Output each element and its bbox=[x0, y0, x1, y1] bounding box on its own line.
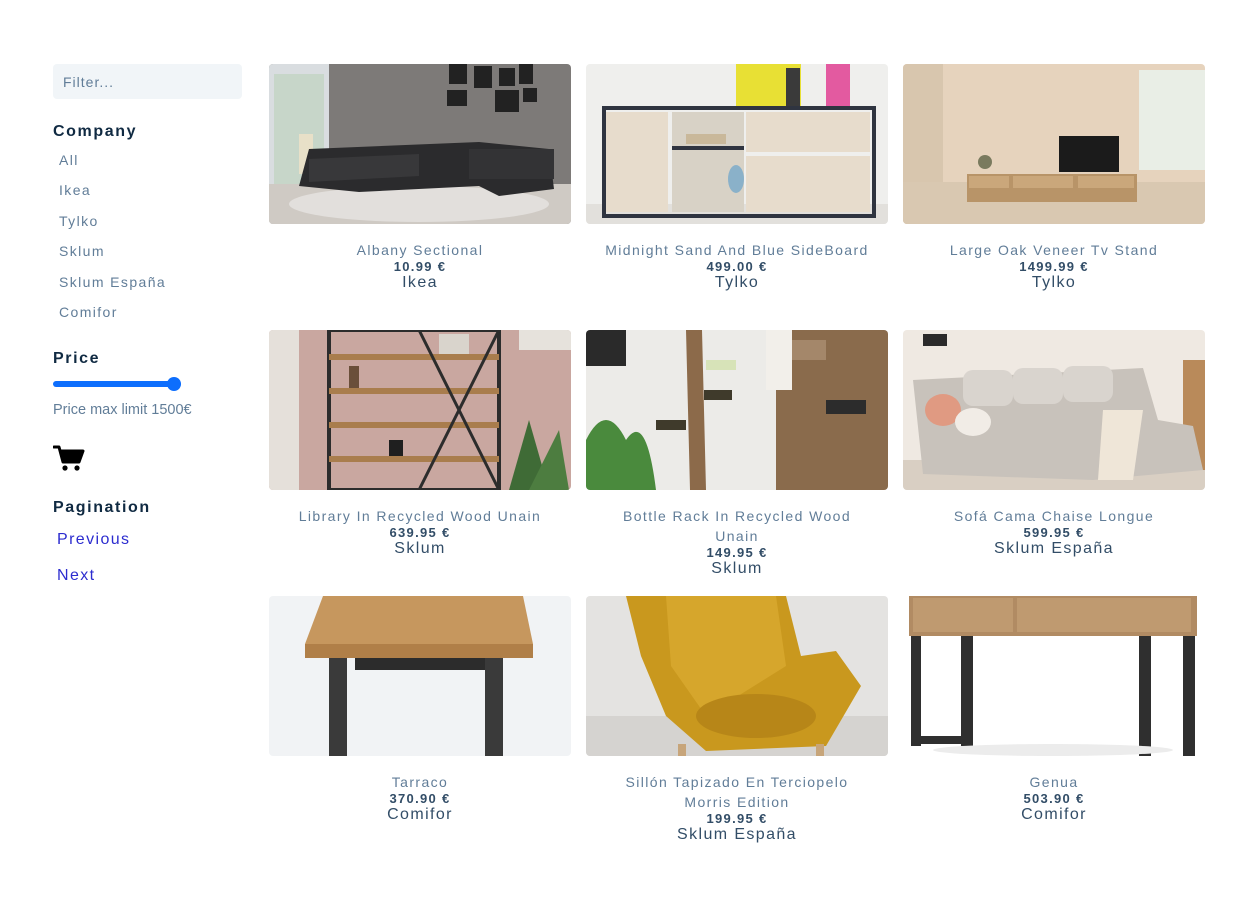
product-name: Sofá Cama Chaise Longue bbox=[953, 508, 1155, 524]
next-page-link[interactable]: Next bbox=[57, 567, 96, 585]
product-card[interactable]: Bottle Rack In Recycled Wood Unain 149.9… bbox=[586, 330, 888, 578]
product-card[interactable]: Tarraco 370.90 € Comifor bbox=[269, 596, 571, 824]
product-image-wood-table[interactable] bbox=[269, 596, 571, 756]
product-name: Genua bbox=[1029, 774, 1079, 790]
product-company: Tylko bbox=[714, 274, 760, 291]
product-price: 1499.99 € bbox=[1019, 259, 1089, 274]
product-name: Albany Sectional bbox=[356, 242, 484, 258]
company-item-ikea[interactable]: Ikea bbox=[59, 182, 166, 212]
product-price: 599.95 € bbox=[1023, 525, 1085, 540]
product-card[interactable]: Sofá Cama Chaise Longue 599.95 € Sklum E… bbox=[903, 330, 1205, 558]
product-price: 10.99 € bbox=[393, 259, 447, 274]
product-name: Bottle Rack In Recycled Wood Unain bbox=[622, 508, 852, 544]
product-card[interactable]: Large Oak Veneer Tv Stand 1499.99 € Tylk… bbox=[903, 64, 1205, 292]
product-card[interactable]: Albany Sectional 10.99 € Ikea bbox=[269, 64, 571, 292]
product-name: Midnight Sand And Blue SideBoard bbox=[605, 242, 869, 258]
product-company: Ikea bbox=[402, 274, 438, 291]
product-name: Library In Recycled Wood Unain bbox=[298, 508, 542, 524]
price-slider-track[interactable] bbox=[53, 381, 181, 387]
company-item-tylko[interactable]: Tylko bbox=[59, 213, 166, 243]
product-image-bookshelf[interactable] bbox=[269, 330, 571, 490]
product-image-sofa-bed[interactable] bbox=[903, 330, 1205, 490]
pagination-title: Pagination bbox=[53, 499, 151, 516]
product-image-bottle-rack[interactable] bbox=[586, 330, 888, 490]
product-price: 149.95 € bbox=[706, 545, 768, 560]
price-limit-text: Price max limit 1500€ bbox=[53, 402, 192, 418]
company-item-comifor[interactable]: Comifor bbox=[59, 304, 166, 334]
product-company: Sklum España bbox=[994, 540, 1114, 557]
product-image-sectional-sofa[interactable] bbox=[269, 64, 571, 224]
product-price: 499.00 € bbox=[706, 259, 768, 274]
product-image-sideboard[interactable] bbox=[586, 64, 888, 224]
company-item-sklum-espana[interactable]: Sklum España bbox=[59, 274, 166, 304]
product-price: 199.95 € bbox=[706, 811, 768, 826]
product-image-velvet-armchair[interactable] bbox=[586, 596, 888, 756]
company-item-all[interactable]: All bbox=[59, 152, 166, 182]
price-title: Price bbox=[53, 350, 101, 367]
product-company: Sklum bbox=[711, 560, 763, 577]
product-image-tv-stand[interactable] bbox=[903, 64, 1205, 224]
product-image-console-desk[interactable] bbox=[903, 596, 1205, 756]
product-price: 639.95 € bbox=[389, 525, 451, 540]
filter-input[interactable] bbox=[53, 64, 242, 99]
price-slider-thumb[interactable] bbox=[167, 377, 181, 391]
product-name: Tarraco bbox=[391, 774, 449, 790]
previous-page-link[interactable]: Previous bbox=[57, 531, 130, 549]
product-company: Sklum bbox=[394, 540, 446, 557]
shopping-cart-icon[interactable] bbox=[52, 444, 85, 472]
price-slider[interactable] bbox=[53, 377, 183, 391]
company-item-sklum[interactable]: Sklum bbox=[59, 243, 166, 273]
product-card[interactable]: Sillón Tapizado En Terciopelo Morris Edi… bbox=[586, 596, 888, 844]
sidebar: Company All Ikea Tylko Sklum Sklum Españ… bbox=[52, 64, 242, 584]
product-price: 370.90 € bbox=[389, 791, 451, 806]
product-card[interactable]: Midnight Sand And Blue SideBoard 499.00 … bbox=[586, 64, 888, 292]
product-company: Tylko bbox=[1031, 274, 1077, 291]
product-name: Large Oak Veneer Tv Stand bbox=[949, 242, 1159, 258]
product-price: 503.90 € bbox=[1023, 791, 1085, 806]
product-card[interactable]: Library In Recycled Wood Unain 639.95 € … bbox=[269, 330, 571, 558]
product-name: Sillón Tapizado En Terciopelo Morris Edi… bbox=[625, 774, 849, 810]
company-title: Company bbox=[53, 123, 138, 140]
company-list: All Ikea Tylko Sklum Sklum España Comifo… bbox=[59, 152, 166, 334]
product-company: Comifor bbox=[1021, 806, 1087, 823]
product-company: Sklum España bbox=[677, 826, 797, 843]
product-company: Comifor bbox=[387, 806, 453, 823]
product-card[interactable]: Genua 503.90 € Comifor bbox=[903, 596, 1205, 824]
